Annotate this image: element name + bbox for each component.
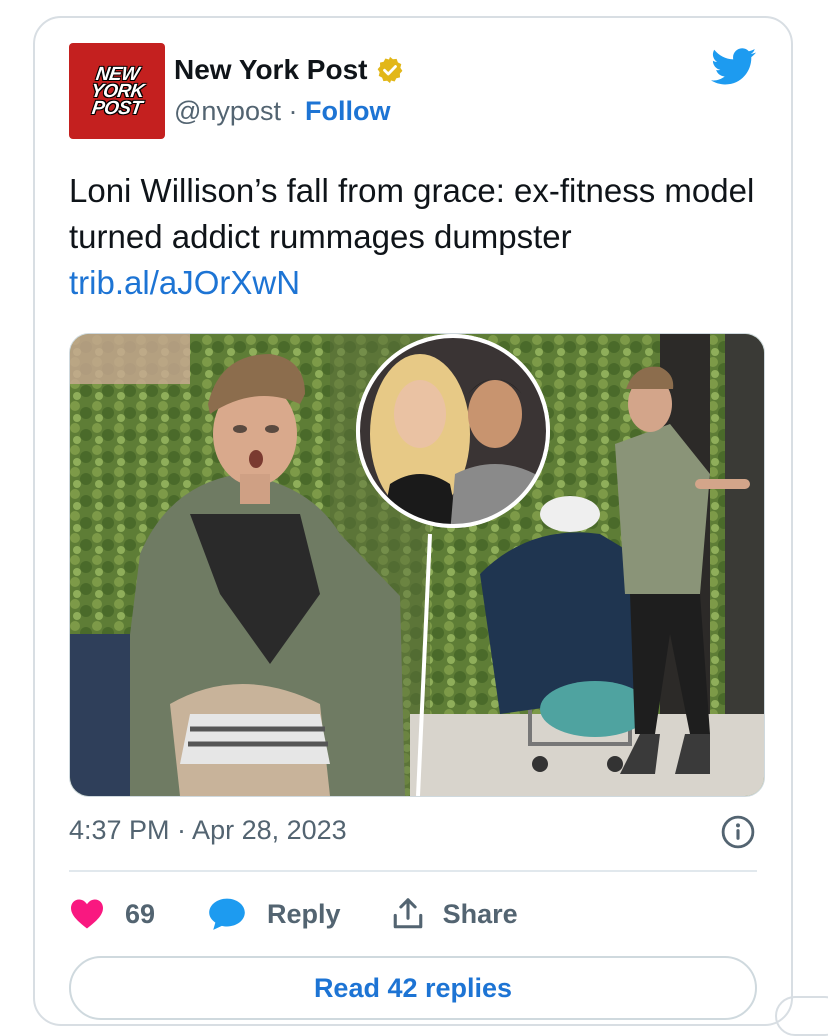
nypost-avatar[interactable]: NEW YORK POST — [69, 43, 165, 139]
tweet-photo[interactable] — [69, 333, 765, 797]
handle-row: @nypost · Follow — [174, 96, 390, 127]
logo-line-2: YORK — [89, 80, 145, 102]
author-handle[interactable]: @nypost — [174, 96, 281, 126]
author-name[interactable]: New York Post — [174, 54, 367, 86]
handle-separator: · — [280, 96, 305, 126]
next-card-edge — [775, 996, 828, 1036]
divider — [69, 870, 757, 872]
tweet-card: NEW YORK POST New York Post @nypost · Fo… — [33, 16, 793, 1026]
tweet-link[interactable]: trib.al/aJOrXwN — [69, 264, 300, 301]
tweet-timestamp[interactable]: 4:37 PM · Apr 28, 2023 — [69, 815, 347, 846]
action-bar: 69 Reply Share — [69, 894, 518, 934]
share-label: Share — [442, 898, 518, 929]
author-name-row: New York Post — [174, 54, 405, 86]
logo-line-1: NEW — [94, 63, 140, 85]
info-icon[interactable] — [721, 815, 755, 849]
logo-line-3: POST — [90, 97, 144, 119]
heart-icon — [71, 899, 103, 929]
share-icon — [393, 898, 422, 929]
share-button[interactable]: Share — [391, 897, 518, 931]
like-count: 69 — [125, 898, 156, 929]
photo-collage — [70, 334, 764, 796]
read-replies-button[interactable]: Read 42 replies — [69, 956, 757, 1020]
reply-label: Reply — [267, 898, 341, 929]
reply-bubble-icon — [209, 898, 245, 930]
like-button[interactable]: 69 — [69, 898, 155, 930]
follow-link[interactable]: Follow — [305, 96, 390, 126]
tweet-text: Loni Willison’s fall from grace: ex-fitn… — [69, 168, 769, 306]
tweet-body: Loni Willison’s fall from grace: ex-fitn… — [69, 172, 755, 255]
verified-badge-icon — [378, 56, 403, 84]
reply-button[interactable]: Reply — [207, 897, 341, 931]
twitter-bird-icon[interactable] — [711, 48, 757, 86]
